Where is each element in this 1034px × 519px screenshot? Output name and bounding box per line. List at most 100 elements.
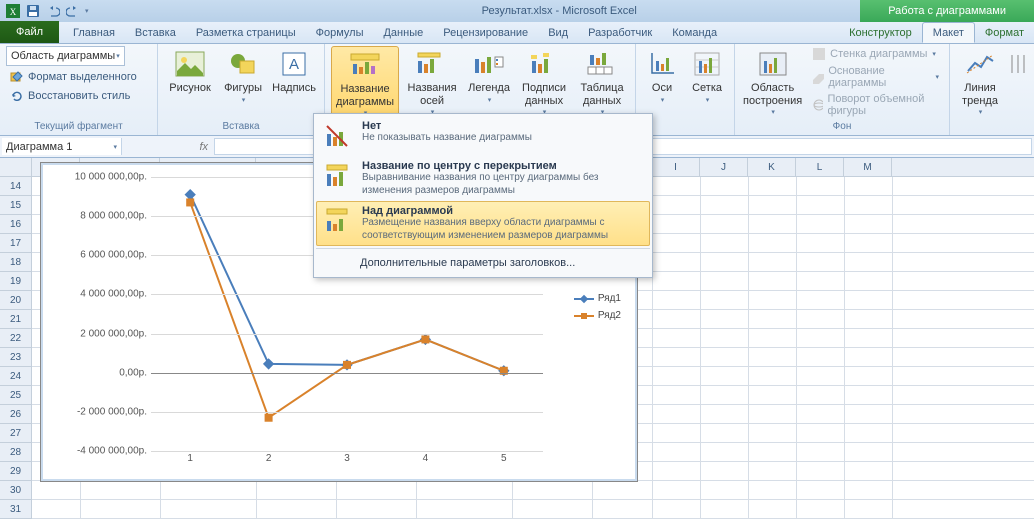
y-tick-label: -2 000 000,00р. <box>41 406 147 417</box>
row-header[interactable]: 20 <box>0 291 31 310</box>
plot-area-button[interactable]: Область построения▾ <box>741 46 804 117</box>
format-selection-button[interactable]: Формат выделенного <box>6 69 141 85</box>
y-tick-label: 4 000 000,00р. <box>41 289 147 300</box>
redo-icon[interactable] <box>64 2 82 20</box>
y-tick-label: 2 000 000,00р. <box>41 328 147 339</box>
dd-option-centered-overlay[interactable]: Название по центру с перекрытиемВыравнив… <box>316 156 650 201</box>
tab-Вид[interactable]: Вид <box>538 22 578 43</box>
chart-element-combo[interactable]: Область диаграммы ▾ <box>6 46 125 66</box>
svg-text:X: X <box>10 7 17 17</box>
chart-title-dropdown: НетНе показывать название диаграммы Назв… <box>313 113 653 278</box>
dd-option-above-chart[interactable]: Над диаграммойРазмещение названия вверху… <box>316 201 650 246</box>
legend-entry: Ряд1 <box>574 293 621 304</box>
data-table-button[interactable]: Таблица данных▾ <box>575 46 629 117</box>
name-box[interactable]: Диаграмма 1 ▾ <box>2 138 122 155</box>
picture-button[interactable]: Рисунок <box>164 46 216 95</box>
tab-Данные[interactable]: Данные <box>373 22 433 43</box>
row-header[interactable]: 14 <box>0 177 31 196</box>
chart-wall-button: Стенка диаграммы▾ <box>808 46 943 62</box>
row-header[interactable]: 15 <box>0 196 31 215</box>
save-icon[interactable] <box>24 2 42 20</box>
textbox-button[interactable]: A Надпись <box>270 46 318 95</box>
x-tick-label: 2 <box>266 453 272 464</box>
group-background: Область построения▾ Стенка диаграммы▾ Ос… <box>735 44 950 135</box>
group-insert: Рисунок Фигуры▾ A Надпись Вставка <box>158 44 325 135</box>
y-tick-label: 0,00р. <box>41 367 147 378</box>
y-tick-label: -4 000 000,00р. <box>41 446 147 457</box>
tab-Формулы[interactable]: Формулы <box>306 22 374 43</box>
y-tick-label: 10 000 000,00р. <box>41 172 147 183</box>
excel-icon[interactable]: X <box>4 2 22 20</box>
chevron-down-icon: ▾ <box>113 143 117 151</box>
col-header[interactable]: J <box>700 158 748 176</box>
contextual-tab-header: Работа с диаграммами <box>860 0 1034 22</box>
row-header[interactable]: 31 <box>0 500 31 519</box>
file-tab[interactable]: Файл <box>0 21 59 43</box>
data-labels-button[interactable]: Подписи данных▾ <box>517 46 571 117</box>
trendline-button[interactable]: Линия тренда▾ <box>956 46 1004 117</box>
group-label: Вставка <box>164 121 318 133</box>
tab-Разработчик[interactable]: Разработчик <box>578 22 662 43</box>
x-tick-label: 3 <box>344 453 350 464</box>
svg-text:A: A <box>289 56 299 73</box>
chart-floor-button: Основание диаграммы▾ <box>808 64 943 90</box>
legend-button[interactable]: Легенда▾ <box>465 46 513 105</box>
axes-button[interactable]: Оси▾ <box>642 46 682 105</box>
tool-tab-Формат[interactable]: Формат <box>975 22 1034 43</box>
tab-Команда[interactable]: Команда <box>662 22 727 43</box>
group-current-selection: Область диаграммы ▾ Формат выделенного В… <box>0 44 158 135</box>
row-header[interactable]: 30 <box>0 481 31 500</box>
x-tick-label: 4 <box>423 453 429 464</box>
row-header[interactable]: 26 <box>0 405 31 424</box>
x-tick-label: 1 <box>187 453 193 464</box>
row-header[interactable]: 17 <box>0 234 31 253</box>
row-headers: 14151617181920212223242526272829303132 <box>0 158 32 519</box>
row-header[interactable]: 29 <box>0 462 31 481</box>
gridlines-button[interactable]: Сетка▾ <box>686 46 728 105</box>
y-tick-label: 8 000 000,00р. <box>41 211 147 222</box>
dd-option-none[interactable]: НетНе показывать название диаграммы <box>316 116 650 156</box>
rotation-3d-button: Поворот объемной фигуры <box>808 92 943 118</box>
y-tick-label: 6 000 000,00р. <box>41 250 147 261</box>
row-header[interactable]: 16 <box>0 215 31 234</box>
tab-Рецензирование[interactable]: Рецензирование <box>433 22 538 43</box>
row-header[interactable]: 22 <box>0 329 31 348</box>
shapes-button[interactable]: Фигуры▾ <box>220 46 266 105</box>
col-header[interactable]: M <box>844 158 892 176</box>
ribbon-tabs: Файл ГлавнаяВставкаРазметка страницыФорм… <box>0 22 1034 44</box>
row-header[interactable]: 24 <box>0 367 31 386</box>
undo-icon[interactable] <box>44 2 62 20</box>
col-header[interactable]: L <box>796 158 844 176</box>
reset-style-button[interactable]: Восстановить стиль <box>6 88 134 104</box>
row-header[interactable]: 23 <box>0 348 31 367</box>
row-header[interactable]: 21 <box>0 310 31 329</box>
chart-title-button[interactable]: Название диаграммы▾ <box>331 46 399 119</box>
title-bar: X ▾ Результат.xlsx - Microsoft Excel Раб… <box>0 0 1034 22</box>
tab-Вставка[interactable]: Вставка <box>125 22 186 43</box>
axis-titles-button[interactable]: Названия осей▾ <box>403 46 461 117</box>
legend-entry: Ряд2 <box>574 310 621 321</box>
row-header[interactable]: 18 <box>0 253 31 272</box>
chart-element-combo-value: Область диаграммы <box>11 50 115 62</box>
tab-Разметка страницы[interactable]: Разметка страницы <box>186 22 306 43</box>
chart-legend: Ряд1 Ряд2 <box>574 293 621 327</box>
x-tick-label: 5 <box>501 453 507 464</box>
chevron-down-icon: ▾ <box>116 52 120 60</box>
row-header[interactable]: 25 <box>0 386 31 405</box>
row-header[interactable]: 27 <box>0 424 31 443</box>
fx-label: fx <box>124 136 214 157</box>
quick-access-toolbar: X ▾ <box>4 2 89 20</box>
row-header[interactable]: 19 <box>0 272 31 291</box>
tool-tab-Конструктор[interactable]: Конструктор <box>839 22 922 43</box>
lines-button[interactable] <box>1008 46 1028 80</box>
group-label: Фон <box>741 121 943 133</box>
dd-option-more[interactable]: Дополнительные параметры заголовков... <box>316 251 650 275</box>
row-header[interactable]: 28 <box>0 443 31 462</box>
group-analysis: Линия тренда▾ <box>950 44 1034 135</box>
tab-Главная[interactable]: Главная <box>63 22 125 43</box>
tool-tab-Макет[interactable]: Макет <box>922 22 975 43</box>
col-header[interactable]: I <box>652 158 700 176</box>
separator <box>316 248 650 249</box>
group-label: Текущий фрагмент <box>6 121 151 133</box>
col-header[interactable]: K <box>748 158 796 176</box>
